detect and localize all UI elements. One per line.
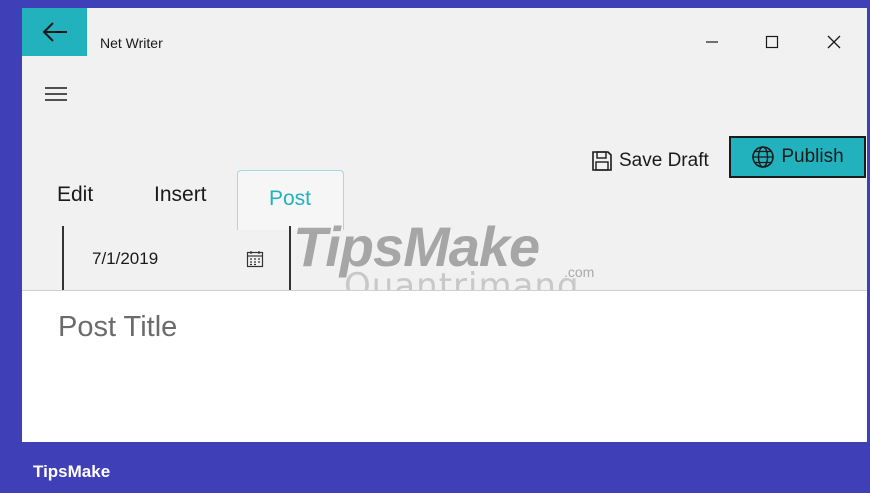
app-title: Net Writer [100, 35, 163, 51]
post-title-field[interactable]: Post Title [58, 311, 177, 344]
calendar-icon [246, 251, 264, 268]
app-window: Net Writer Save Draft Publish Edit Inser… [22, 8, 867, 442]
post-date-picker[interactable]: 7/1/2019 [76, 237, 272, 281]
minimize-icon [706, 41, 718, 43]
minimize-button[interactable] [692, 28, 732, 56]
close-icon [827, 35, 841, 49]
tab-post[interactable]: Post [269, 187, 311, 211]
floppy-disk-icon [592, 151, 612, 171]
tab-edit[interactable]: Edit [57, 183, 93, 207]
footer-brand: TipsMake [33, 462, 111, 481]
close-button[interactable] [814, 28, 854, 56]
maximize-icon [765, 35, 779, 49]
globe-icon [752, 146, 775, 168]
post-editor[interactable]: Post Title [22, 290, 867, 442]
back-arrow-icon [42, 22, 67, 42]
watermark-com: .com [564, 264, 595, 280]
publish-button[interactable]: Publish [729, 136, 866, 178]
menu-button[interactable] [44, 84, 68, 104]
tab-insert[interactable]: Insert [154, 183, 207, 207]
maximize-button[interactable] [752, 28, 792, 56]
post-date-value: 7/1/2019 [92, 249, 159, 268]
back-button[interactable] [22, 8, 87, 56]
date-panel-divider [62, 226, 64, 290]
save-draft-label: Save Draft [619, 150, 709, 171]
hamburger-icon [45, 87, 67, 101]
publish-label: Publish [781, 146, 844, 167]
date-panel-divider [289, 226, 291, 290]
save-draft-button[interactable]: Save Draft [585, 143, 715, 179]
